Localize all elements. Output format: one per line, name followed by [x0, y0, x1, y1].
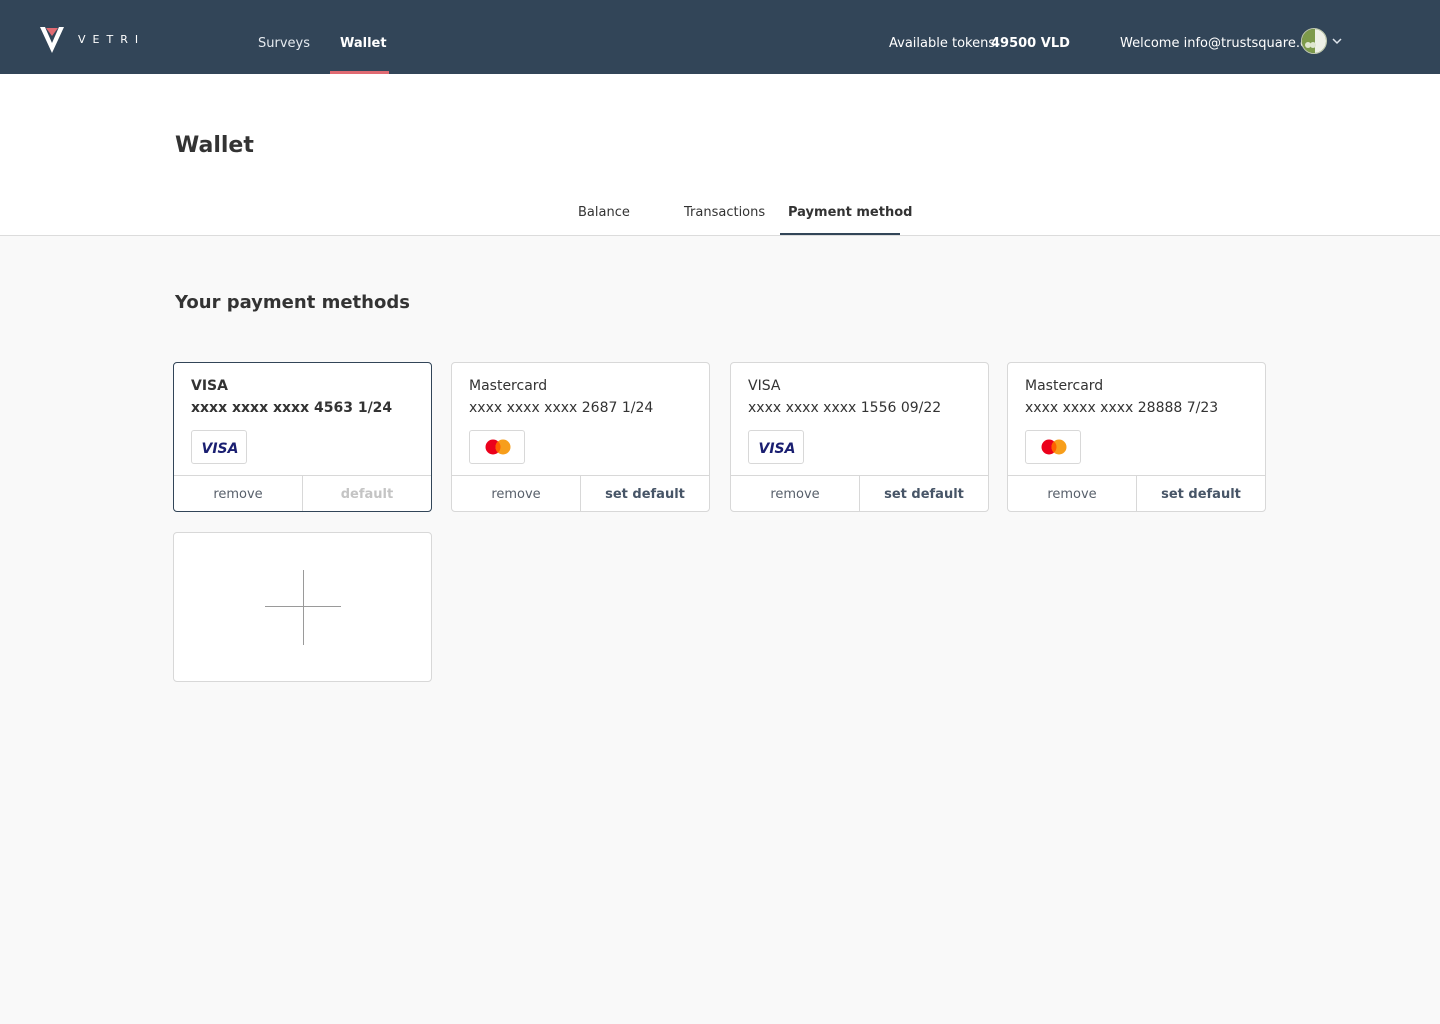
remove-card-button[interactable]: remove [174, 476, 302, 511]
set-default-button[interactable]: set default [1136, 476, 1265, 511]
tab-payment-method[interactable]: Payment method [788, 205, 912, 220]
tab-active-indicator [780, 233, 900, 235]
payment-card[interactable]: VISA xxxx xxxx xxxx 1556 09/22 VISA remo… [730, 362, 989, 512]
mastercard-logo-icon [469, 430, 525, 464]
remove-card-button[interactable]: remove [1008, 476, 1136, 511]
default-card-label: default [302, 476, 431, 511]
card-number: xxxx xxxx xxxx 1556 09/22 [748, 400, 942, 416]
logo-text: VETRI [78, 33, 146, 46]
set-default-button[interactable]: set default [859, 476, 988, 511]
card-actions: remove default [174, 475, 431, 511]
nav-surveys[interactable]: Surveys [258, 36, 310, 51]
payment-card[interactable]: VISA xxxx xxxx xxxx 4563 1/24 VISA remov… [173, 362, 432, 512]
tab-transactions[interactable]: Transactions [684, 205, 765, 220]
tab-balance[interactable]: Balance [578, 205, 630, 220]
svg-text:VISA: VISA [202, 441, 239, 457]
remove-card-button[interactable]: remove [452, 476, 580, 511]
card-brand: Mastercard [469, 378, 548, 394]
avatar[interactable] [1301, 28, 1327, 54]
card-brand: VISA [191, 378, 228, 394]
payment-card[interactable]: Mastercard xxxx xxxx xxxx 2687 1/24 remo… [451, 362, 710, 512]
card-brand: VISA [748, 378, 781, 394]
nav-wallet[interactable]: Wallet [340, 36, 387, 51]
top-bar: VETRI Surveys Wallet Available tokens: 4… [0, 0, 1440, 74]
card-actions: remove set default [731, 475, 988, 511]
card-actions: remove set default [1008, 475, 1265, 511]
visa-logo-icon: VISA [748, 430, 804, 464]
add-payment-method-button[interactable] [173, 532, 432, 682]
page-title: Wallet [175, 133, 254, 158]
tokens-value: 49500 VLD [991, 36, 1070, 51]
tokens-label: Available tokens: [889, 36, 1000, 51]
card-actions: remove set default [452, 475, 709, 511]
card-number: xxxx xxxx xxxx 4563 1/24 [191, 400, 393, 416]
visa-logo-icon: VISA [191, 430, 247, 464]
svg-text:VISA: VISA [759, 441, 796, 457]
mastercard-logo-icon [1025, 430, 1081, 464]
card-brand: Mastercard [1025, 378, 1104, 394]
avatar-image-icon [1302, 29, 1326, 53]
welcome-text: Welcome info@trustsquare.ch [1120, 36, 1316, 51]
card-number: xxxx xxxx xxxx 2687 1/24 [469, 400, 654, 416]
section-title: Your payment methods [175, 292, 410, 313]
set-default-button[interactable]: set default [580, 476, 709, 511]
chevron-down-icon[interactable] [1331, 36, 1343, 46]
card-number: xxxx xxxx xxxx 28888 7/23 [1025, 400, 1219, 416]
vetri-logo-icon[interactable] [40, 27, 64, 53]
payment-card[interactable]: Mastercard xxxx xxxx xxxx 28888 7/23 rem… [1007, 362, 1266, 512]
remove-card-button[interactable]: remove [731, 476, 859, 511]
